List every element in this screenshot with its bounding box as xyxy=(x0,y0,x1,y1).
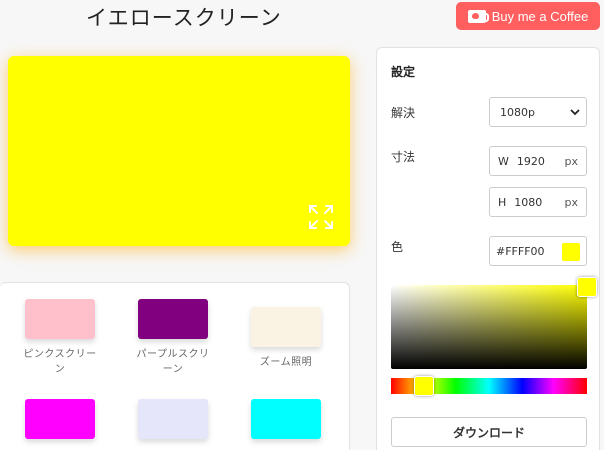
swatch-label: ピンクスクリーン xyxy=(23,349,97,375)
swatch-label: ズーム照明 xyxy=(259,357,313,368)
swatch-item[interactable] xyxy=(236,399,336,439)
saturation-value-picker[interactable] xyxy=(391,277,597,369)
width-input[interactable]: W 1920 px xyxy=(489,146,587,176)
dimension-label: 寸法 xyxy=(391,150,416,164)
width-value: 1920 xyxy=(516,154,545,168)
coffee-cup-icon xyxy=(467,9,489,23)
height-input[interactable]: H 1080 px xyxy=(489,187,587,217)
color-chip[interactable] xyxy=(562,243,580,261)
color-hex-value: #FFFF00 xyxy=(496,244,545,258)
swatch-color[interactable] xyxy=(25,399,95,439)
resolution-value: 1080p xyxy=(500,105,535,119)
hue-slider[interactable] xyxy=(391,376,587,396)
coffee-button-label: Buy me a Coffee xyxy=(491,8,589,24)
page-title: イエロースクリーン xyxy=(86,6,282,30)
settings-title: 設定 xyxy=(391,65,416,79)
height-unit: px xyxy=(564,195,579,209)
height-prefix: H xyxy=(498,195,507,209)
color-label: 色 xyxy=(391,240,404,254)
width-prefix: W xyxy=(498,154,509,168)
download-button[interactable]: ダウンロード xyxy=(391,417,587,447)
resolution-label: 解決 xyxy=(391,106,416,120)
swatch-item[interactable] xyxy=(123,399,223,439)
color-swatch-panel: ピンクスクリーン パープルスクリーン ズーム照明 xyxy=(0,282,350,450)
height-value: 1080 xyxy=(514,195,543,209)
swatch-item[interactable]: ズーム照明 xyxy=(236,307,336,370)
swatch-item[interactable]: ピンクスクリーン xyxy=(10,299,110,377)
swatch-item[interactable]: パープルスクリーン xyxy=(123,299,223,377)
fullscreen-expand-icon[interactable] xyxy=(308,204,334,230)
chevron-down-icon xyxy=(570,109,580,116)
swatch-item[interactable] xyxy=(10,399,110,439)
buy-me-a-coffee-button[interactable]: Buy me a Coffee xyxy=(456,2,600,30)
swatch-color[interactable] xyxy=(251,307,321,347)
swatch-color[interactable] xyxy=(138,399,208,439)
swatch-color[interactable] xyxy=(25,299,95,339)
swatch-color[interactable] xyxy=(138,299,208,339)
color-preview-screen[interactable] xyxy=(8,56,350,246)
swatch-color[interactable] xyxy=(251,399,321,439)
swatch-label: パープルスクリーン xyxy=(136,349,210,375)
saturation-value-knob[interactable] xyxy=(577,277,597,297)
resolution-select[interactable]: 1080p xyxy=(489,97,587,127)
hue-slider-knob[interactable] xyxy=(414,376,435,396)
settings-panel: 設定 解決 1080p 寸法 W 1920 px H 1080 px 色 #FF… xyxy=(376,47,600,450)
width-unit: px xyxy=(564,154,579,168)
color-hex-input[interactable]: #FFFF00 xyxy=(489,236,587,266)
